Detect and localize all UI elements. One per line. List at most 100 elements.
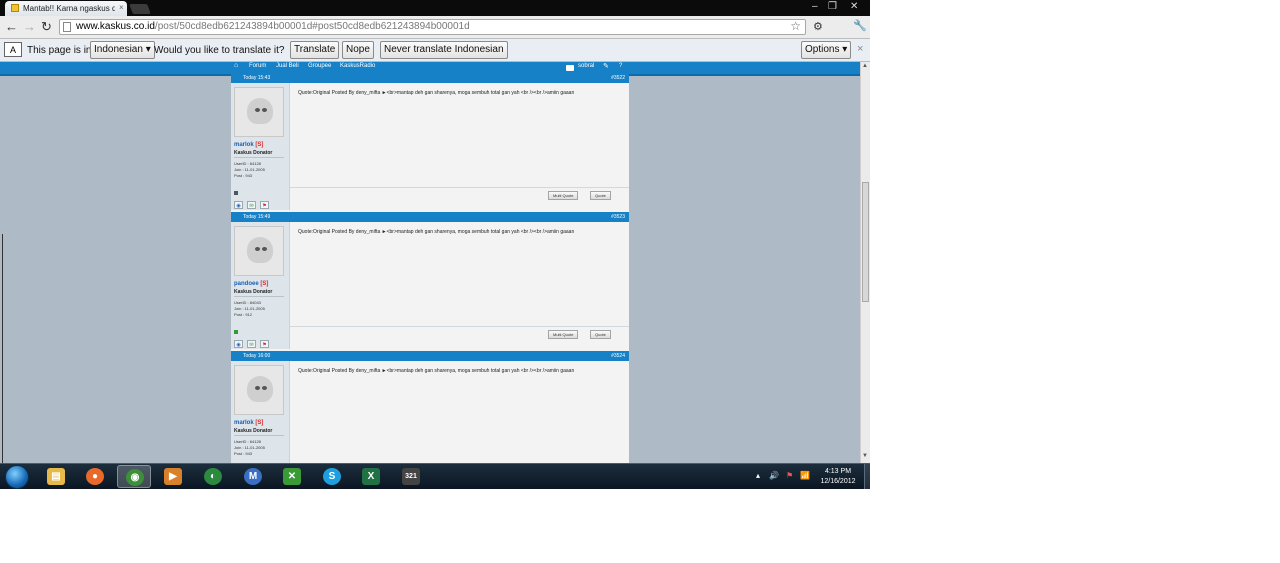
avatar[interactable] bbox=[234, 365, 284, 415]
username-link[interactable]: pandoee [S] bbox=[234, 281, 268, 287]
options-button[interactable]: Options ▾ bbox=[801, 41, 852, 59]
avatar-eye bbox=[262, 386, 267, 390]
post-header: Today 15:43 #3522 bbox=[231, 73, 629, 83]
nav-jual-beli[interactable]: Jual Beli bbox=[276, 63, 299, 69]
user-id: UserID : 84043 bbox=[234, 300, 261, 305]
username-link[interactable]: marlok [S] bbox=[234, 420, 263, 426]
taskbar-app-maxthon[interactable]: M bbox=[236, 465, 270, 488]
report-icon[interactable]: ⚑ bbox=[260, 340, 269, 348]
post-number[interactable]: #3522 bbox=[611, 73, 625, 83]
taskbar-app-skype[interactable]: S bbox=[315, 465, 349, 488]
start-button[interactable] bbox=[5, 465, 29, 489]
help-icon[interactable]: ? bbox=[619, 63, 622, 69]
taskbar-app-firefox[interactable]: ● bbox=[78, 465, 112, 488]
nav-username[interactable]: sobral bbox=[578, 63, 594, 69]
vertical-scrollbar[interactable]: ▲ ▼ bbox=[860, 62, 870, 463]
extension-icon[interactable]: ⚙ bbox=[813, 21, 823, 34]
volume-icon[interactable]: 🔊 bbox=[769, 471, 779, 480]
wrench-icon[interactable]: 🔧 bbox=[853, 20, 867, 33]
post-header: Today 16:00 #3524 bbox=[231, 351, 629, 361]
excel-icon: X bbox=[362, 468, 380, 485]
translate-bar-close-icon[interactable]: × bbox=[857, 43, 863, 55]
avatar[interactable] bbox=[234, 226, 284, 276]
skype-icon: S bbox=[323, 468, 341, 485]
reload-icon[interactable]: ↻ bbox=[41, 20, 52, 33]
new-tab-button[interactable] bbox=[129, 4, 151, 14]
network-icon[interactable]: 📶 bbox=[800, 471, 810, 480]
post-date: Today 16:00 bbox=[243, 353, 271, 359]
quote-button[interactable]: Quote bbox=[590, 330, 611, 339]
scroll-down-arrow-icon[interactable]: ▼ bbox=[862, 453, 868, 459]
taskbar-app-media-player[interactable]: ▶ bbox=[156, 465, 190, 488]
tab-close-icon[interactable]: × bbox=[119, 3, 124, 12]
language-select[interactable]: Indonesian ▾ bbox=[90, 41, 155, 59]
action-center-icon[interactable]: ⚑ bbox=[786, 471, 793, 480]
post-body: Quote:Original Posted By deny_mifta ►<br… bbox=[298, 90, 575, 96]
scroll-up-arrow-icon[interactable]: ▲ bbox=[862, 63, 868, 69]
clock[interactable]: 4:13 PM 12/16/2012 bbox=[812, 467, 864, 487]
post-number[interactable]: #3523 bbox=[611, 212, 625, 222]
tab-title: Mantab!! Karna ngaskus di bbox=[23, 4, 115, 13]
user-flag: [S] bbox=[255, 420, 264, 426]
taskbar-app-mpc[interactable]: 321 bbox=[394, 465, 428, 488]
profile-icon[interactable]: ◉ bbox=[234, 340, 243, 348]
user-post-count: Post : 943 bbox=[234, 173, 253, 178]
message-icon[interactable]: ✉ bbox=[247, 201, 256, 209]
message-icon[interactable]: ✉ bbox=[247, 340, 256, 348]
multi-quote-button[interactable]: Multi Quote bbox=[548, 191, 579, 200]
forward-arrow-icon[interactable]: → bbox=[23, 20, 36, 33]
address-bar[interactable]: www.kaskus.co.id/post/50cd8edb621243894b… bbox=[59, 19, 806, 35]
taskbar-app-excel[interactable]: X bbox=[354, 465, 388, 488]
avatar-eye bbox=[262, 108, 267, 112]
close-window-button[interactable]: ✕ bbox=[850, 1, 858, 12]
scrollbar-thumb[interactable] bbox=[862, 182, 869, 302]
user-flag: [S] bbox=[255, 142, 264, 148]
avatar[interactable] bbox=[234, 87, 284, 137]
minimize-button[interactable]: – bbox=[812, 1, 818, 12]
post-divider bbox=[290, 326, 629, 327]
profile-icon[interactable]: ◉ bbox=[234, 201, 243, 209]
url-path: /post/50cd8edb621243894b00001d#post50cd8… bbox=[154, 21, 470, 32]
user-join-date: Join : 11-01-2005 bbox=[234, 167, 265, 172]
globe-icon: ◐ bbox=[204, 468, 222, 485]
user-post-count: Post : 912 bbox=[234, 312, 253, 317]
navigation-bar: ← → ↻ www.kaskus.co.id/post/50cd8edb6212… bbox=[0, 16, 870, 39]
translate-bar: A This page is in Indonesian ▾ Would you… bbox=[0, 39, 870, 62]
back-arrow-icon[interactable]: ← bbox=[5, 20, 18, 33]
maximize-button[interactable]: ❐ bbox=[828, 1, 837, 12]
browser-tab[interactable]: Mantab!! Karna ngaskus di × bbox=[5, 1, 127, 16]
never-translate-button[interactable]: Never translate Indonesian bbox=[380, 41, 508, 59]
post-number[interactable]: #3524 bbox=[611, 351, 625, 361]
bookmark-star-icon[interactable]: ☆ bbox=[790, 19, 801, 33]
report-icon[interactable]: ⚑ bbox=[260, 201, 269, 209]
multi-quote-button[interactable]: Multi Quote bbox=[548, 330, 579, 339]
user-avatar-icon[interactable] bbox=[566, 65, 574, 71]
user-join-date: Join : 11-01-2005 bbox=[234, 306, 265, 311]
quote-button[interactable]: Quote bbox=[590, 191, 611, 200]
avatar-eye bbox=[255, 108, 260, 112]
username-link[interactable]: marlok [S] bbox=[234, 142, 263, 148]
post-divider bbox=[290, 187, 629, 188]
kaskus-favicon-icon bbox=[11, 4, 19, 12]
chrome-icon: ◉ bbox=[126, 469, 144, 486]
translate-button[interactable]: Translate bbox=[290, 41, 340, 59]
show-hidden-icons-icon[interactable]: ▴ bbox=[756, 471, 760, 480]
url-text: www.kaskus.co.id/post/50cd8edb621243894b… bbox=[76, 20, 470, 34]
user-id: UserID : 64128 bbox=[234, 161, 261, 166]
nav-groupee[interactable]: Groupee bbox=[308, 63, 331, 69]
user-id: UserID : 64128 bbox=[234, 439, 261, 444]
taskbar-app-download[interactable]: ◐ bbox=[196, 465, 230, 488]
nope-button[interactable]: Nope bbox=[342, 41, 374, 59]
edit-icon[interactable]: ✎ bbox=[603, 62, 609, 70]
home-icon[interactable]: ⌂ bbox=[234, 62, 238, 69]
nav-forum[interactable]: Forum bbox=[249, 63, 266, 69]
taskbar-app-xbox[interactable]: ✕ bbox=[275, 465, 309, 488]
taskbar-app-chrome[interactable]: ◉ bbox=[117, 465, 151, 488]
user-info-panel: pandoee [S] Kaskus Donator UserID : 8404… bbox=[231, 222, 290, 349]
media-player-icon: ▶ bbox=[164, 468, 182, 485]
show-desktop-button[interactable] bbox=[864, 464, 870, 489]
divider bbox=[234, 157, 284, 158]
user-info-panel: marlok [S] Kaskus Donator UserID : 64128… bbox=[231, 361, 290, 463]
nav-kaskusradio[interactable]: KaskusRadio bbox=[340, 63, 375, 69]
taskbar-app-explorer[interactable]: ▤ bbox=[39, 465, 73, 488]
